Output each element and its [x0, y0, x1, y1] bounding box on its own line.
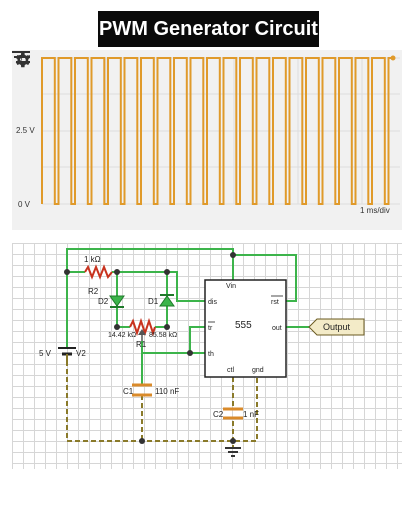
- scope-grid: [41, 57, 400, 205]
- c2-value: 1 nF: [243, 410, 259, 419]
- r1-label: R1: [136, 340, 147, 349]
- pot-right-value: 85.58 kΩ: [149, 332, 177, 339]
- ground-icon: [225, 447, 241, 457]
- pin-out: out: [272, 325, 282, 332]
- timebase-label: 1 ms/div: [360, 206, 390, 215]
- r2-resistor[interactable]: [84, 264, 113, 280]
- bottom-spacer: [0, 470, 416, 520]
- trace-cursor-dot: [390, 55, 396, 61]
- pin-gnd: gnd: [252, 367, 264, 374]
- pin-vin: Vin: [226, 283, 236, 290]
- v2-label: V2: [76, 349, 86, 358]
- output-label: Output: [323, 322, 351, 332]
- pin-rst: rst: [271, 299, 279, 306]
- c1-capacitor[interactable]: [132, 383, 152, 397]
- page-title: PWM Generator Circuit: [98, 11, 319, 47]
- pin-dis: dis: [208, 299, 217, 306]
- scope-plot: [41, 55, 400, 205]
- c1-label: C1: [123, 387, 134, 396]
- pin-tr: tr: [208, 325, 213, 332]
- v2-value: 5 V: [39, 349, 52, 358]
- r2-label: R2: [88, 287, 99, 296]
- pin-th: th: [208, 351, 214, 358]
- gear-icon[interactable]: [12, 50, 32, 70]
- v2-battery[interactable]: [58, 347, 76, 361]
- y-label-bottom: 0 V: [18, 200, 31, 209]
- c2-label: C2: [213, 410, 224, 419]
- chip-name: 555: [235, 320, 252, 331]
- d2-label: D2: [98, 297, 109, 306]
- circuit-editor[interactable]: 1 kΩ R2 D2 D1 14.42 kΩ 85.58 kΩ R1 5 V V…: [12, 243, 402, 469]
- d2-diode[interactable]: [109, 295, 125, 308]
- pin-ctl: ctl: [227, 367, 234, 374]
- r2-value: 1 kΩ: [84, 255, 101, 264]
- d1-diode[interactable]: [159, 294, 175, 307]
- c2-capacitor[interactable]: [223, 407, 243, 420]
- pot-left-value: 14.42 kΩ: [108, 332, 136, 339]
- c1-value: 110 nF: [155, 387, 179, 396]
- circuit-schematic: 1 kΩ R2 D2 D1 14.42 kΩ 85.58 kΩ R1 5 V V…: [39, 248, 365, 457]
- d1-label: D1: [148, 297, 159, 306]
- oscilloscope-panel[interactable]: 5 V 2.5 V 0 V 1 ms/div: [12, 50, 402, 230]
- y-label-mid: 2.5 V: [16, 126, 35, 135]
